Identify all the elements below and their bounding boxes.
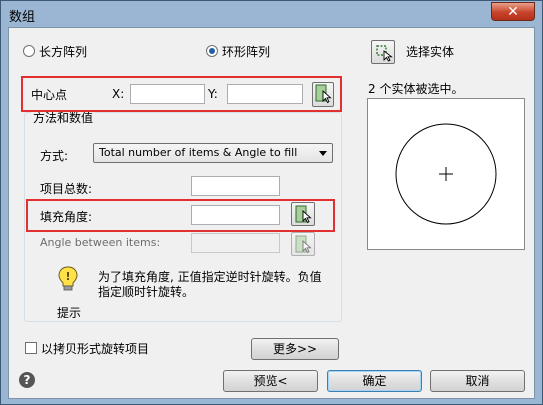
- dialog-window: 数组 ✕ 长方阵列 环形阵列 选择实体 2 个实体被选中。 方法和数值 中心点 …: [0, 0, 543, 405]
- pick-point-icon: [315, 84, 332, 104]
- center-point-label: 中心点: [31, 88, 68, 102]
- angle-between-label: Angle between items:: [40, 236, 161, 249]
- lightbulb-icon: !: [58, 266, 78, 291]
- preview-panel: [367, 98, 525, 250]
- rotate-items-checkbox[interactable]: [25, 342, 37, 354]
- pick-angle-icon: [295, 205, 312, 224]
- ok-button[interactable]: 确定: [327, 370, 422, 392]
- pick-center-button[interactable]: [312, 82, 334, 107]
- polar-array-label[interactable]: 环形阵列: [222, 43, 270, 60]
- select-objects-button[interactable]: [371, 40, 395, 64]
- center-x-label: X:: [112, 87, 125, 101]
- rect-array-label[interactable]: 长方阵列: [39, 43, 87, 60]
- selection-status: 2 个实体被选中。: [368, 82, 464, 96]
- total-items-input[interactable]: [191, 176, 280, 196]
- help-icon[interactable]: ?: [19, 372, 35, 388]
- polar-array-radio[interactable]: [206, 45, 218, 57]
- center-x-input[interactable]: [130, 84, 205, 104]
- pick-angle-between-button[interactable]: [291, 232, 315, 256]
- center-y-label: Y:: [208, 87, 218, 101]
- window-title: 数组: [9, 10, 36, 25]
- fill-angle-input[interactable]: [191, 205, 280, 225]
- method-label: 方式:: [40, 149, 69, 163]
- pick-fill-angle-button[interactable]: [291, 202, 315, 226]
- title-bar[interactable]: 数组 ✕: [1, 1, 542, 27]
- method-selected-value: Total number of items & Angle to fill: [99, 146, 298, 159]
- tip-label: 提示: [57, 306, 82, 320]
- chevron-down-icon: [319, 151, 327, 156]
- tip-text-line2: 指定顺时针旋转。: [98, 285, 195, 299]
- dialog-body: 长方阵列 环形阵列 选择实体 2 个实体被选中。 方法和数值 中心点 X: Y:…: [8, 27, 535, 399]
- cancel-button[interactable]: 取消: [430, 370, 525, 392]
- close-button[interactable]: ✕: [491, 2, 535, 21]
- angle-between-input[interactable]: [191, 233, 280, 253]
- method-dropdown[interactable]: Total number of items & Angle to fill: [93, 143, 333, 163]
- pick-angle-icon: [295, 235, 312, 254]
- preview-drawing: [395, 123, 497, 225]
- select-objects-label: 选择实体: [406, 45, 455, 59]
- rotate-items-label[interactable]: 以拷贝形式旋转项目: [41, 340, 149, 357]
- total-items-label: 项目总数:: [40, 182, 93, 196]
- preview-button[interactable]: 预览<: [223, 370, 318, 392]
- fill-angle-label: 填充角度:: [40, 210, 93, 224]
- center-y-input[interactable]: [227, 84, 303, 104]
- select-objects-icon: [376, 45, 393, 62]
- more-button[interactable]: 更多>>: [251, 338, 339, 360]
- rect-array-radio[interactable]: [23, 45, 35, 57]
- svg-text:!: !: [65, 270, 70, 283]
